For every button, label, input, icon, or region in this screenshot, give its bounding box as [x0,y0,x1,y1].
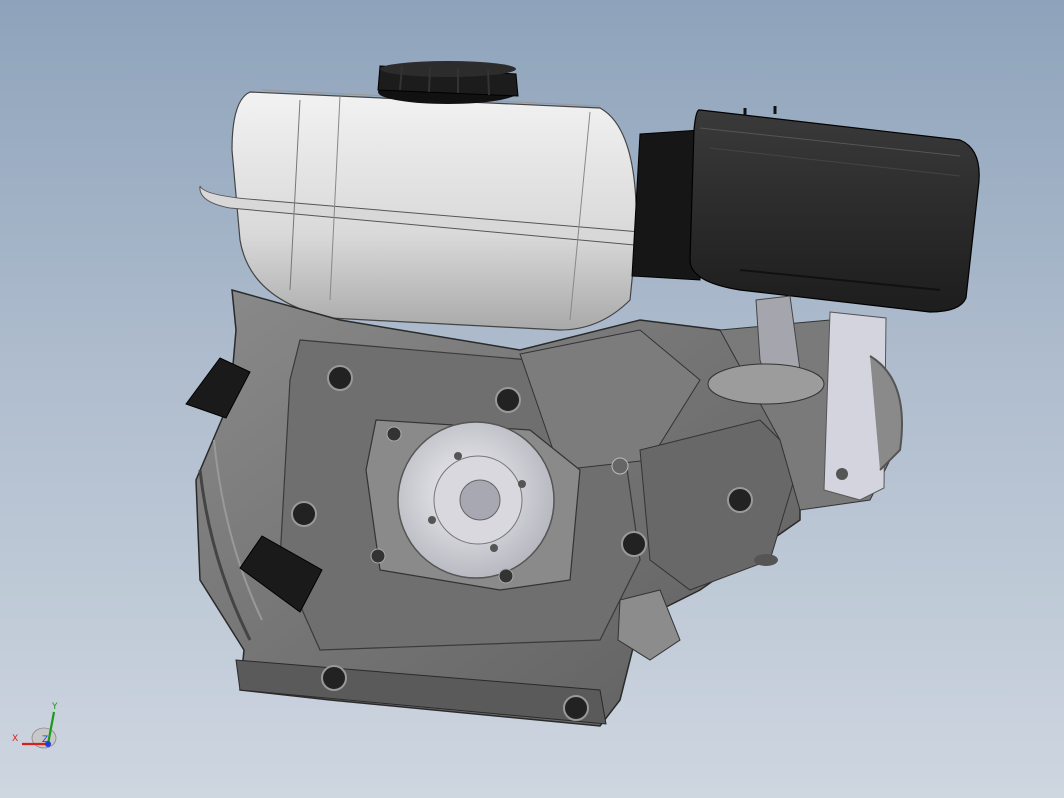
air-filter-housing[interactable] [631,106,980,313]
engine-3d-model[interactable] [0,0,1064,798]
orientation-triad[interactable]: X Y Z [8,698,68,758]
y-axis-label: Y [51,702,58,712]
fuel-cap[interactable] [377,61,519,104]
z-axis-label: Z [42,735,48,745]
fuel-tank[interactable] [199,89,649,331]
x-axis-label: X [12,734,18,744]
cad-3d-viewport[interactable]: X Y Z [0,0,1064,798]
